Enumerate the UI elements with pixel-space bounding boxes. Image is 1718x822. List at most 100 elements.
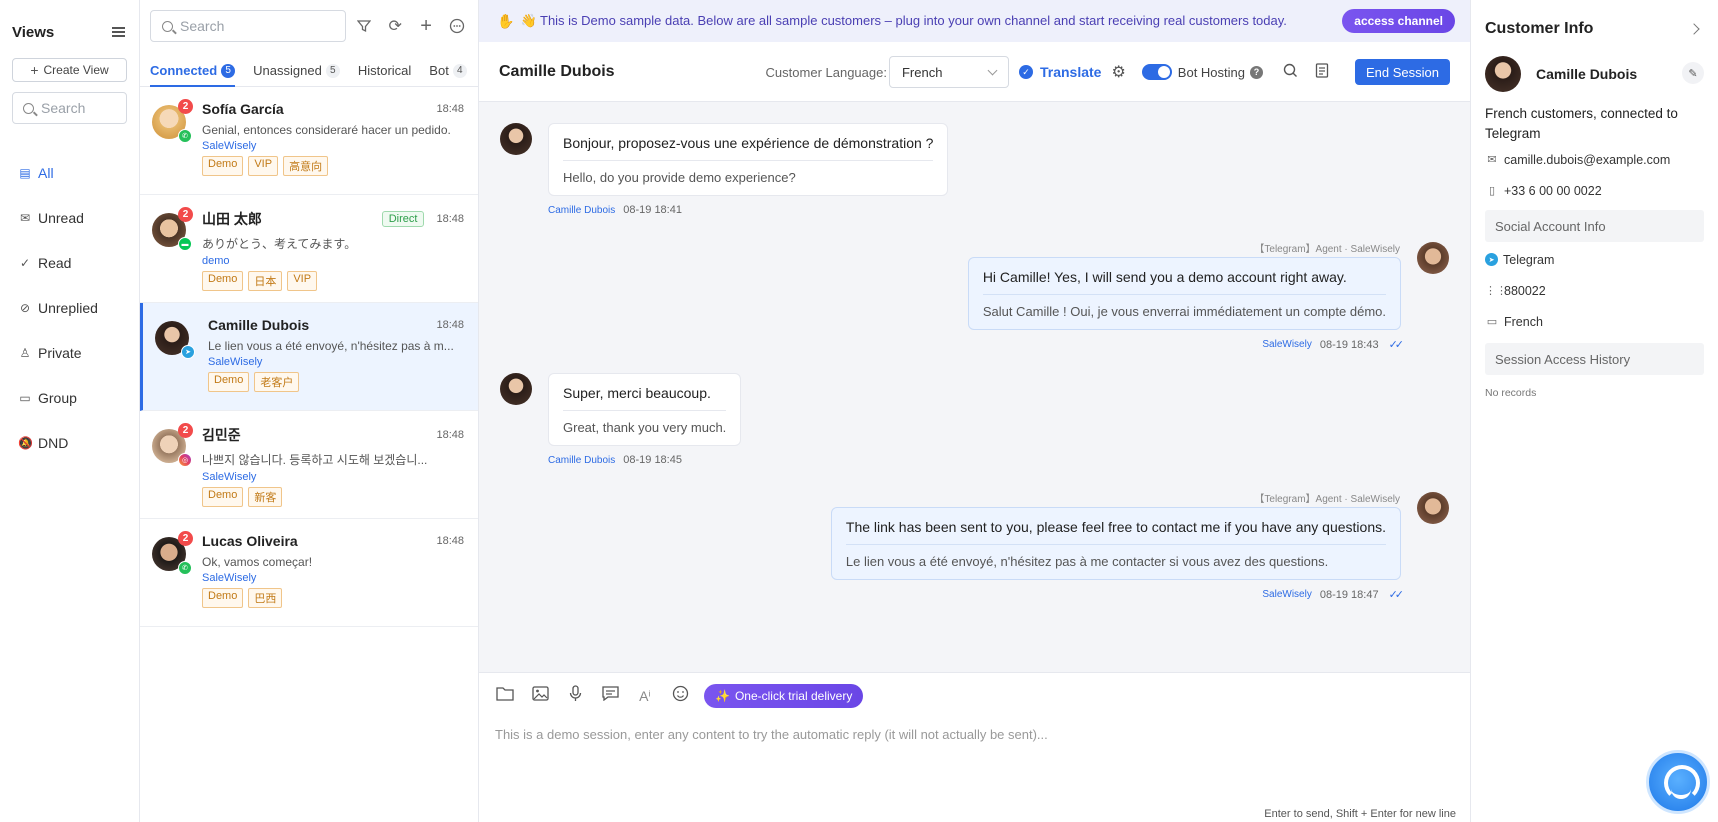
session-history-section-header[interactable]: Session Access History [1485,343,1704,375]
message-sender: Camille Dubois [548,204,616,216]
chevron-right-icon[interactable] [1688,23,1700,35]
translate-checkbox[interactable]: ✓ [1018,65,1033,79]
notes-icon[interactable] [1313,62,1331,82]
view-item-all[interactable]: ▤ All [0,150,139,195]
session-history-empty: No records [1485,387,1537,399]
chat-bubble-icon[interactable] [444,13,470,39]
folder-icon[interactable] [494,686,516,706]
chat-header: Camille Dubois Customer Language: French… [479,42,1470,102]
conversation-item-selected[interactable]: ➤ Camille Dubois 18:48 Le lien vous a ét… [140,303,478,411]
message-time: 08-19 18:45 [623,454,682,466]
help-icon[interactable]: ? [1250,65,1263,79]
search-icon [23,102,34,114]
view-item-private[interactable]: ♙ Private [0,330,139,375]
message-meta: Camille Dubois 08-19 18:45 [548,454,682,466]
conversation-search-input[interactable]: Search [150,10,347,42]
search-icon[interactable] [1281,63,1299,82]
gear-icon[interactable]: ⚙ [1111,62,1125,82]
view-item-label: Group [38,389,77,406]
whatsapp-icon: ✆ [178,561,192,575]
conversation-time: 18:48 [436,103,464,115]
avatar [1485,56,1521,92]
conversation-toolbar: Search ⟳ + [140,0,478,42]
menu-icon[interactable] [112,27,125,37]
mail-icon: ✉ [1487,154,1497,166]
telegram-icon: ➤ [1485,253,1498,266]
unread-badge: 2 [178,207,193,222]
image-icon[interactable] [529,686,551,706]
conversation-agent: SaleWisely [202,572,257,584]
tab-count-badge: 5 [221,63,236,78]
avatar [1417,242,1449,274]
view-item-dnd[interactable]: 🔕 DND [0,420,139,465]
search-icon [162,20,173,32]
view-item-unreplied[interactable]: ⊘ Unreplied [0,285,139,330]
tab-bot[interactable]: Bot 4 [429,63,467,86]
tab-historical[interactable]: Historical [358,63,411,86]
tag: VIP [287,271,318,291]
create-view-button[interactable]: + Create View [12,58,127,82]
edit-icon[interactable]: ✎ [1682,62,1704,84]
tag: Demo [202,271,244,291]
phone-icon: ▯ [1488,185,1496,197]
eye-off-icon: ⊘ [19,300,31,315]
view-item-label: All [38,164,54,181]
create-view-label: Create View [43,63,109,77]
refresh-icon[interactable]: ⟳ [382,13,408,39]
chat-panel: ✋ 👋 This is Demo sample data. Below are … [479,0,1470,822]
message-meta: SaleWisely 08-19 18:47 ✓✓ [1262,588,1404,602]
conversation-item[interactable]: 2 ✆ Lucas Oliveira 18:48 Ok, vamos começ… [140,519,478,627]
add-icon[interactable]: + [413,13,439,39]
customer-language-select[interactable]: French [888,56,1009,88]
customer-info-panel: Customer Info Camille Dubois ✎ French cu… [1470,0,1718,822]
view-item-group[interactable]: ▭ Group [0,375,139,420]
mail-icon: ✉ [19,210,31,225]
views-sidebar: Views + Create View Search ▤ All ✉ Unrea… [0,0,140,822]
view-list: ▤ All ✉ Unread ✓ Read ⊘ Unreplied ♙ Priv… [0,150,139,465]
ai-writing-icon[interactable]: Aⁱ [634,688,656,705]
conversation-preview: 나쁘지 않습니다. 등록하고 시도해 보겠습니... [202,453,428,467]
quick-reply-icon[interactable] [599,686,621,706]
support-agent-icon[interactable] [1646,750,1710,814]
conversation-time: 18:48 [436,535,464,547]
message-translation: Le lien vous a été envoyé, n'hésitez pas… [845,554,1329,569]
tag: 新客 [248,487,283,507]
message-input[interactable]: This is a demo session, enter any conten… [479,709,1470,742]
conversation-agent: demo [202,255,230,267]
tab-connected[interactable]: Connected 5 [150,63,236,87]
microphone-icon[interactable] [564,685,586,707]
tag: Demo [202,156,244,176]
end-session-button[interactable]: End Session [1355,59,1450,85]
views-search-input[interactable]: Search [12,92,127,124]
social-account-section-header[interactable]: Social Account Info [1485,210,1704,242]
conversation-item[interactable]: 2 ✆ Sofía García 18:48 Genial, entonces … [140,87,478,195]
access-channel-button[interactable]: access channel [1342,9,1455,33]
tab-label: Unassigned [253,63,322,78]
message-bubble: The link has been sent to you, please fe… [830,507,1401,580]
message-original: Bonjour, proposez-vous une expérience de… [563,135,934,161]
tag-list: Demo 老客户 [208,372,464,392]
tab-unassigned[interactable]: Unassigned 5 [253,63,340,86]
conversation-item[interactable]: 2 ▬ 山田 太郎 Direct 18:48 ありがとう、考えてみます。 dem… [140,195,478,303]
message-source: 【Telegram】Agent · SaleWisely [1254,244,1400,255]
social-channel: ➤ Telegram [1485,244,1704,275]
customer-email-value: camille.dubois@example.com [1504,152,1671,167]
bot-hosting-toggle[interactable] [1141,64,1172,80]
message-bubble: Bonjour, proposez-vous une expérience de… [548,123,949,196]
customer-phone-value: +33 6 00 00 0022 [1504,183,1602,198]
view-item-read[interactable]: ✓ Read [0,240,139,285]
tab-label: Bot [429,63,449,78]
message-translation: Great, thank you very much. [563,420,727,435]
tag: Demo [202,588,244,608]
conversation-item[interactable]: 2 ◎ 김민준 18:48 나쁘지 않습니다. 등록하고 시도해 보겠습니...… [140,411,478,519]
conversation-preview: Genial, entonces consideraré hacer un pe… [202,123,451,137]
tag-list: Demo 日本 VIP [202,271,464,291]
avatar [1417,492,1449,524]
one-click-trial-button[interactable]: ✨ One-click trial delivery [704,684,864,708]
message-translation: Hello, do you provide demo experience? [563,170,796,185]
customer-phone: ▯ +33 6 00 00 0022 [1485,175,1704,206]
view-item-label: Unreplied [38,299,98,316]
filter-icon[interactable] [351,13,377,39]
view-item-unread[interactable]: ✉ Unread [0,195,139,240]
emoji-icon[interactable] [669,685,691,707]
